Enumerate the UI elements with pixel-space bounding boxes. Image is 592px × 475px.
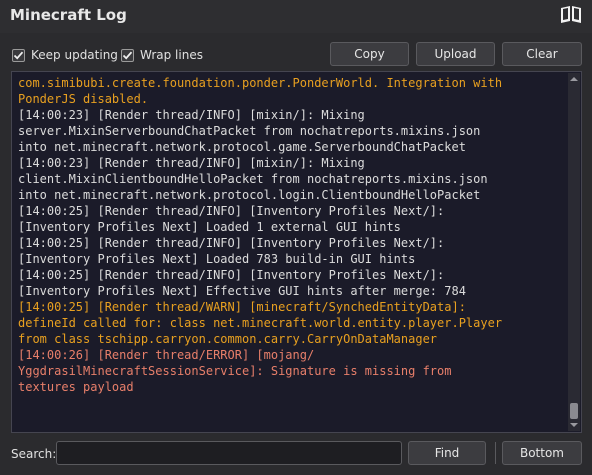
checkmark-icon xyxy=(122,51,133,60)
book-icon[interactable] xyxy=(560,5,582,25)
find-button[interactable]: Find xyxy=(408,441,486,465)
log-line: [14:00:23] [Render thread/INFO] [mixin/]… xyxy=(18,156,365,170)
clear-button[interactable]: Clear xyxy=(502,42,582,66)
log-line: PonderJS disabled. xyxy=(18,92,149,106)
checkmark-icon xyxy=(13,51,24,60)
log-line: [14:00:26] [Render thread/ERROR] [mojang… xyxy=(18,348,315,362)
bottom-button[interactable]: Bottom xyxy=(502,441,582,465)
log-line: from class tschipp.carryon.common.carry.… xyxy=(18,332,438,346)
search-input[interactable] xyxy=(56,441,402,465)
log-line: [Inventory Profiles Next] Loaded 1 exter… xyxy=(18,220,401,234)
title-bar: Minecraft Log xyxy=(0,0,592,33)
log-line: server.MixinServerboundChatPacket from n… xyxy=(18,124,481,138)
upload-button[interactable]: Upload xyxy=(416,42,495,66)
separator xyxy=(495,442,496,464)
log-line: into net.minecraft.network.protocol.game… xyxy=(18,140,466,154)
bottom-bar: Search: Find Bottom xyxy=(0,438,592,468)
log-line: [14:00:25] [Render thread/INFO] [Invento… xyxy=(18,204,445,218)
scroll-thumb[interactable] xyxy=(570,403,578,419)
log-view[interactable]: com.simibubi.create.foundation.ponder.Po… xyxy=(11,71,582,433)
copy-button[interactable]: Copy xyxy=(330,42,409,66)
wrap-lines-checkbox-box[interactable] xyxy=(121,48,134,62)
keep-updating-checkbox-box[interactable] xyxy=(12,48,25,62)
log-line: YggdrasilMinecraftSessionService]: Signa… xyxy=(18,364,452,378)
toolbar: Keep updating Wrap lines Copy Upload Cle… xyxy=(0,40,592,70)
log-line: client.MixinClientboundHelloPacket from … xyxy=(18,172,488,186)
keep-updating-checkbox[interactable]: Keep updating xyxy=(12,48,118,62)
log-line: com.simibubi.create.foundation.ponder.Po… xyxy=(18,76,503,90)
scroll-down-arrow-icon[interactable] xyxy=(568,419,580,431)
wrap-lines-label: Wrap lines xyxy=(140,48,203,62)
log-line: defineId called for: class net.minecraft… xyxy=(18,316,503,330)
keep-updating-label: Keep updating xyxy=(31,48,118,62)
scroll-up-arrow-icon[interactable] xyxy=(568,73,580,85)
log-line: [14:00:25] [Render thread/INFO] [Invento… xyxy=(18,268,445,282)
log-line: [14:00:25] [Render thread/INFO] [Invento… xyxy=(18,236,445,250)
log-line: [14:00:23] [Render thread/INFO] [mixin/]… xyxy=(18,108,365,122)
wrap-lines-checkbox[interactable]: Wrap lines xyxy=(121,48,203,62)
log-line: [Inventory Profiles Next] Loaded 783 bui… xyxy=(18,252,416,266)
log-line: textures payload xyxy=(18,380,134,394)
log-line: [Inventory Profiles Next] Effective GUI … xyxy=(18,284,466,298)
log-scrollbar[interactable] xyxy=(568,73,580,431)
search-label: Search: xyxy=(11,447,57,461)
log-line: [14:00:25] [Render thread/WARN] [minecra… xyxy=(18,300,466,314)
window-title: Minecraft Log xyxy=(10,6,127,24)
log-line: into net.minecraft.network.protocol.logi… xyxy=(18,188,481,202)
log-text[interactable]: com.simibubi.create.foundation.ponder.Po… xyxy=(18,75,566,395)
